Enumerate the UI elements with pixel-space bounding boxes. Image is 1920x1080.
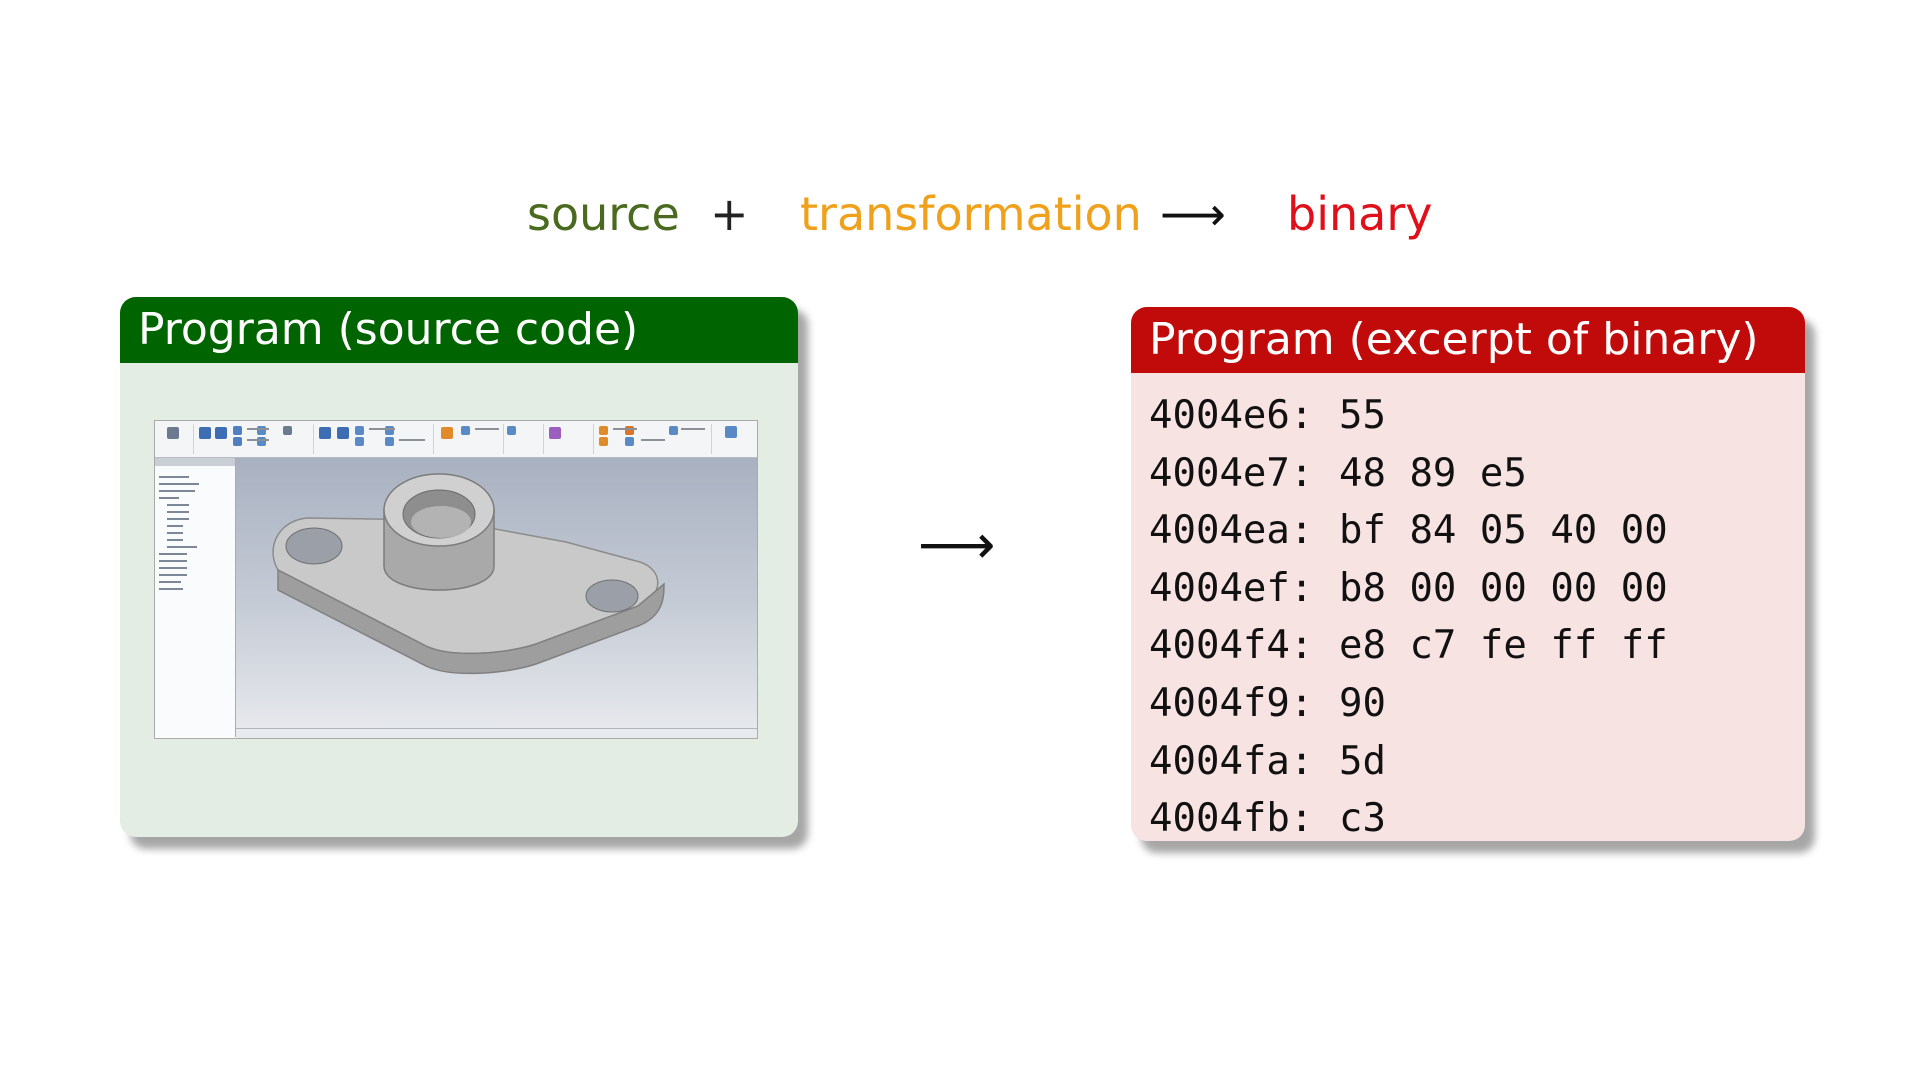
binary-address: 4004f9: — [1149, 680, 1314, 726]
cad-model-tree — [155, 458, 236, 737]
binary-bytes: c3 — [1339, 796, 1386, 841]
binary-address: 4004f4: — [1149, 623, 1314, 669]
binary-bytes: e8 c7 fe ff ff — [1339, 623, 1668, 669]
equation-arrow: ⟶ — [1160, 187, 1226, 241]
binary-line: 4004ef: b8 00 00 00 00 — [1149, 560, 1668, 618]
binary-line: 4004f9: 90 — [1149, 675, 1668, 733]
binary-bytes: 5d — [1339, 738, 1386, 784]
equation: source + transformation ⟶ binary — [0, 184, 1920, 244]
binary-line: 4004e6: 55 — [1149, 387, 1668, 445]
binary-listing: 4004e6: 55 4004e7: 48 89 e5 4004ea: bf 84 0… — [1149, 387, 1668, 841]
binary-line: 4004fa: 5d — [1149, 733, 1668, 791]
equation-source: source — [527, 187, 680, 241]
cad-ribbon — [155, 421, 757, 458]
binary-block: Program (excerpt of binary) 4004e6: 55 40… — [1131, 307, 1805, 841]
binary-bytes: 55 — [1339, 393, 1386, 438]
binary-address: 4004e6: — [1149, 393, 1314, 438]
binary-bytes: 48 89 e5 — [1339, 450, 1527, 496]
binary-bytes: bf 84 05 40 00 — [1339, 508, 1668, 554]
source-block-title: Program (source code) — [120, 297, 798, 363]
equation-plus: + — [710, 187, 749, 241]
cad-screenshot — [154, 420, 758, 739]
equation-binary: binary — [1287, 187, 1433, 241]
binary-block-title: Program (excerpt of binary) — [1131, 307, 1805, 373]
binary-line: 4004ea: bf 84 05 40 00 — [1149, 502, 1668, 560]
binary-bytes: 90 — [1339, 680, 1386, 726]
binary-address: 4004fa: — [1149, 738, 1314, 784]
binary-address: 4004ea: — [1149, 508, 1314, 554]
binary-address: 4004ef: — [1149, 565, 1314, 611]
transformation-arrow: ⟶ — [918, 513, 996, 576]
binary-address: 4004fb: — [1149, 796, 1314, 841]
binary-line: 4004e7: 48 89 e5 — [1149, 445, 1668, 503]
binary-address: 4004e7: — [1149, 450, 1314, 496]
binary-bytes: b8 00 00 00 00 — [1339, 565, 1668, 611]
cad-status-bar — [236, 728, 757, 738]
source-code-block: Program (source code) — [120, 297, 798, 837]
cad-viewport — [236, 458, 757, 728]
equation-transformation: transformation — [800, 187, 1142, 241]
binary-line: 4004fb: c3 — [1149, 790, 1668, 841]
binary-line: 4004f4: e8 c7 fe ff ff — [1149, 617, 1668, 675]
cad-part-model — [272, 473, 665, 675]
